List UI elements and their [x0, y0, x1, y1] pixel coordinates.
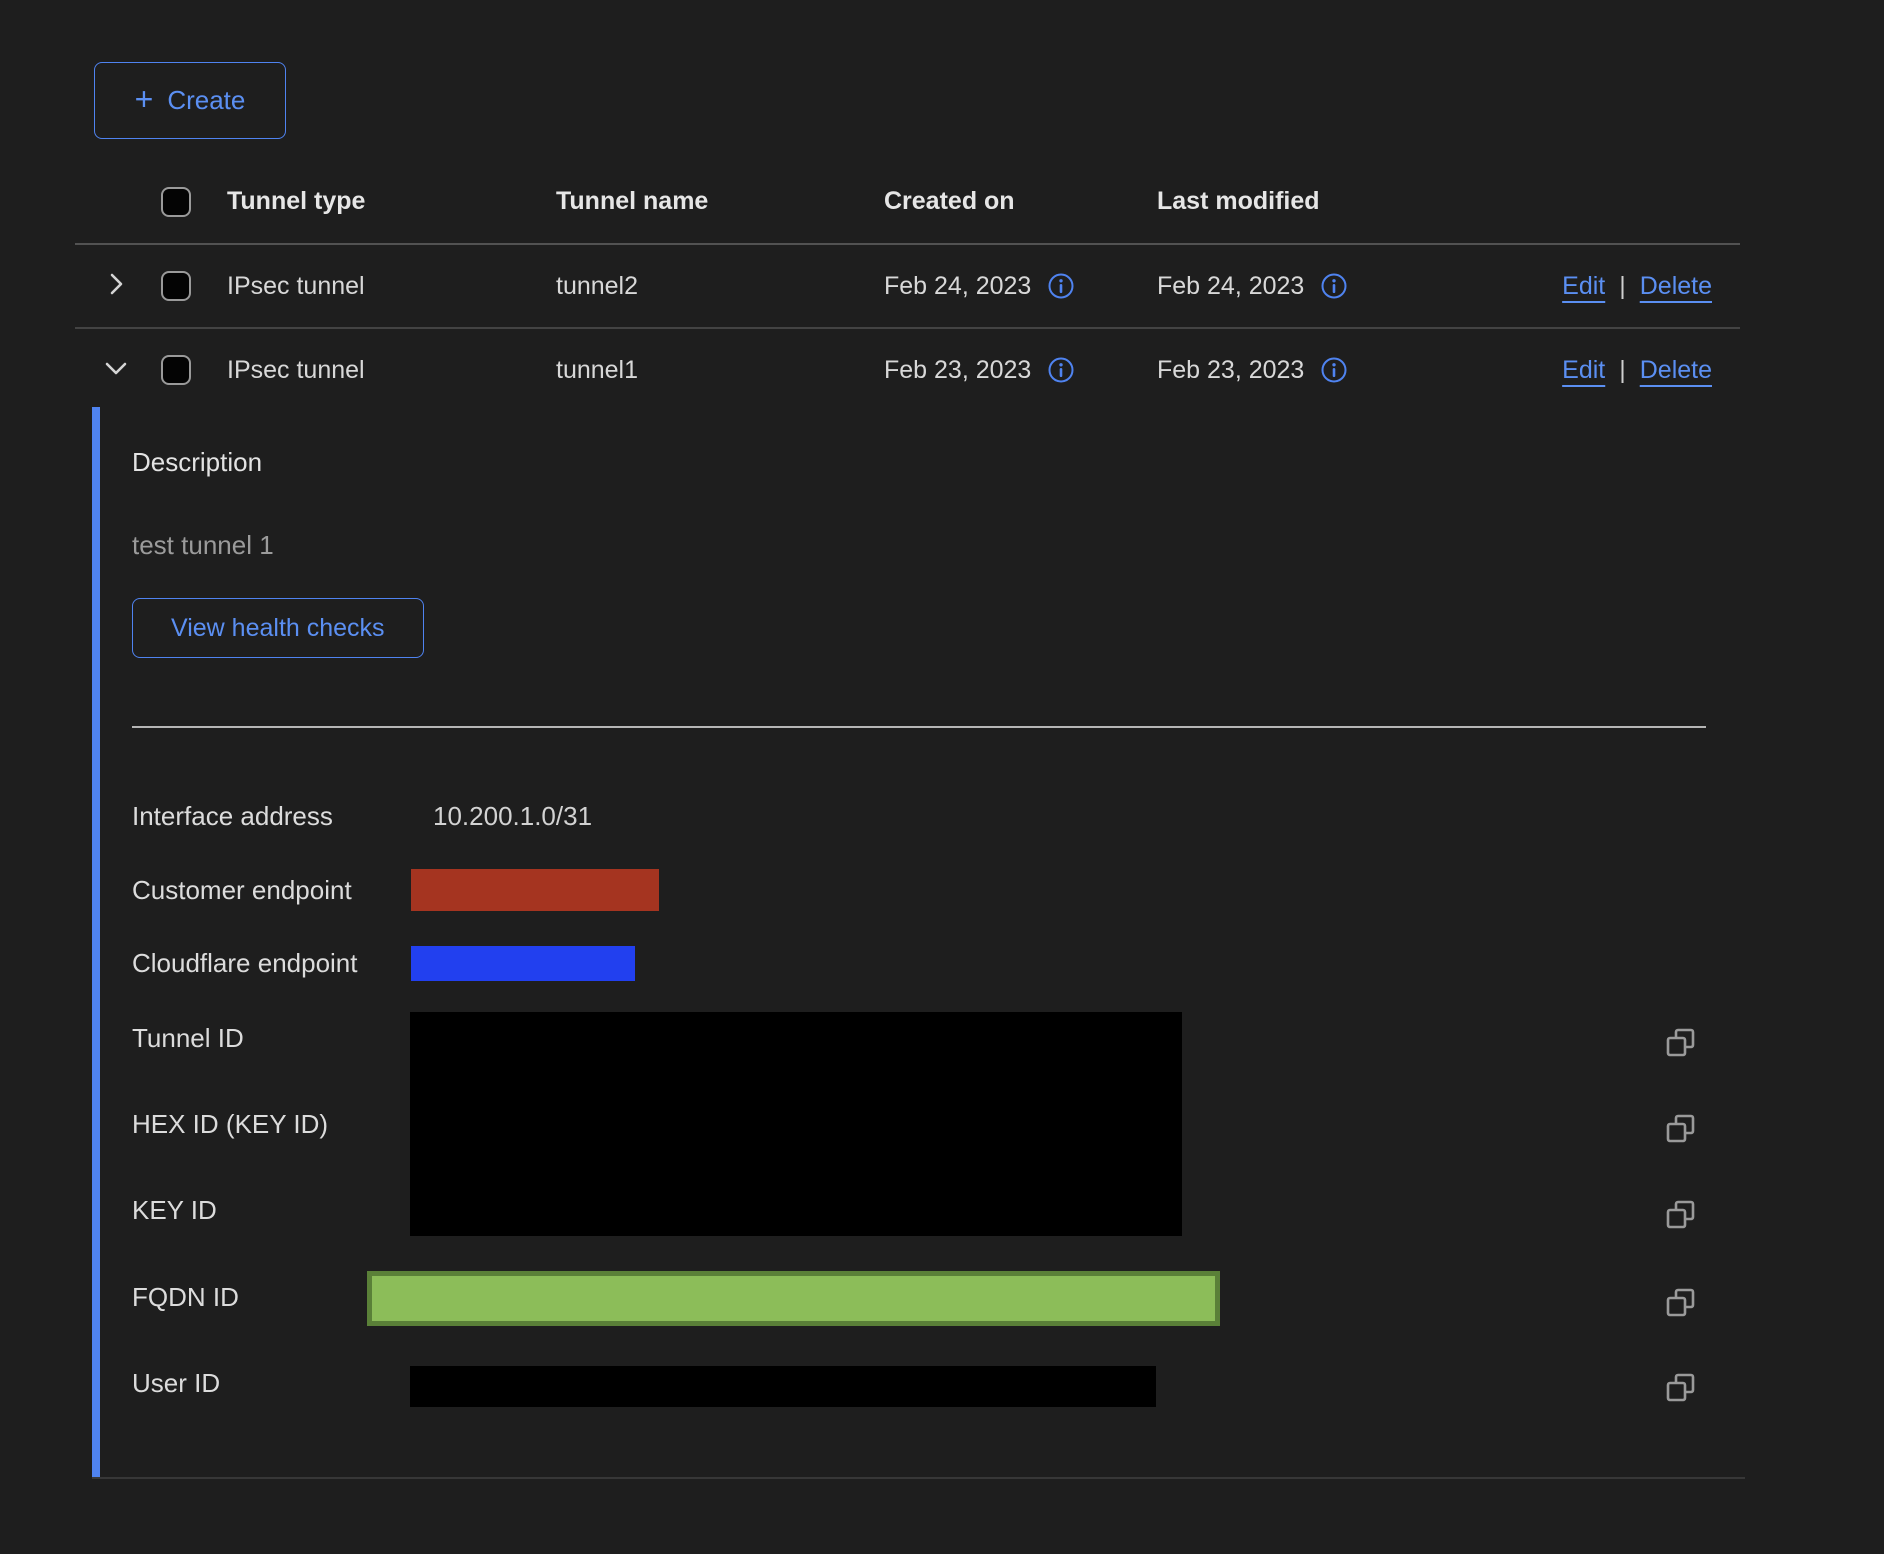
user-id-redacted-value — [410, 1366, 1156, 1407]
create-button[interactable]: + Create — [94, 62, 286, 139]
row-checkbox[interactable] — [161, 355, 191, 385]
field-label-cloudflare-endpoint: Cloudflare endpoint — [132, 948, 358, 979]
last-modified-cell: Feb 23, 2023 — [1157, 356, 1304, 385]
collapse-chevron-down-icon[interactable] — [103, 355, 129, 381]
interface-address-value: 10.200.1.0/31 — [433, 801, 592, 832]
edit-link[interactable]: Edit — [1562, 272, 1605, 301]
table-header-row: Tunnel type Tunnel name Created on Last … — [75, 160, 1740, 245]
action-separator: | — [1619, 272, 1626, 301]
copy-user-id-icon[interactable] — [1664, 1371, 1698, 1405]
created-on-cell: Feb 24, 2023 — [884, 272, 1031, 301]
create-button-label: Create — [167, 85, 245, 116]
panel-divider — [132, 726, 1706, 728]
field-label-customer-endpoint: Customer endpoint — [132, 875, 352, 906]
tunnel-name-cell: tunnel2 — [556, 272, 884, 301]
field-label-user-id: User ID — [132, 1368, 220, 1399]
tunnel-id-redacted-value — [410, 1012, 1182, 1236]
expanded-panel-accent-bar — [92, 407, 100, 1477]
copy-tunnel-id-icon[interactable] — [1664, 1026, 1698, 1060]
info-icon[interactable] — [1047, 272, 1075, 300]
last-modified-cell: Feb 24, 2023 — [1157, 272, 1304, 301]
column-header-created-on: Created on — [884, 187, 1157, 216]
field-label-fqdn-id: FQDN ID — [132, 1282, 239, 1313]
field-label-key-id: KEY ID — [132, 1195, 217, 1226]
field-label-tunnel-id: Tunnel ID — [132, 1023, 244, 1054]
select-all-checkbox[interactable] — [161, 187, 191, 217]
fqdn-id-redacted-value — [367, 1271, 1220, 1326]
info-icon[interactable] — [1320, 272, 1348, 300]
action-separator: | — [1619, 356, 1626, 385]
copy-hex-id-icon[interactable] — [1664, 1112, 1698, 1146]
tunnel-type-cell: IPsec tunnel — [227, 272, 556, 301]
table-row: IPsec tunnel tunnel1 Feb 23, 2023 Feb 23… — [75, 329, 1740, 411]
expand-chevron-right-icon[interactable] — [103, 271, 129, 297]
info-icon[interactable] — [1047, 356, 1075, 384]
row-checkbox[interactable] — [161, 271, 191, 301]
description-value: test tunnel 1 — [132, 530, 274, 561]
table-row: IPsec tunnel tunnel2 Feb 24, 2023 Feb 24… — [75, 245, 1740, 329]
field-label-interface-address: Interface address — [132, 801, 333, 832]
customer-endpoint-redacted-value — [411, 869, 659, 911]
edit-link[interactable]: Edit — [1562, 356, 1605, 385]
tunnel-name-cell: tunnel1 — [556, 356, 884, 385]
tunnels-table: Tunnel type Tunnel name Created on Last … — [75, 160, 1740, 411]
panel-bottom-divider — [92, 1477, 1745, 1479]
column-header-tunnel-type: Tunnel type — [227, 187, 556, 216]
copy-fqdn-id-icon[interactable] — [1664, 1286, 1698, 1320]
description-label: Description — [132, 447, 262, 478]
column-header-tunnel-name: Tunnel name — [556, 187, 884, 216]
view-health-checks-button[interactable]: View health checks — [132, 598, 424, 658]
cloudflare-endpoint-redacted-value — [411, 946, 635, 981]
plus-icon: + — [135, 83, 154, 115]
column-header-last-modified: Last modified — [1157, 187, 1424, 216]
copy-key-id-icon[interactable] — [1664, 1198, 1698, 1232]
tunnels-page: + Create Tunnel type Tunnel name Created… — [0, 0, 1884, 1554]
delete-link[interactable]: Delete — [1640, 272, 1712, 301]
created-on-cell: Feb 23, 2023 — [884, 356, 1031, 385]
info-icon[interactable] — [1320, 356, 1348, 384]
field-label-hex-id: HEX ID (KEY ID) — [132, 1109, 328, 1140]
delete-link[interactable]: Delete — [1640, 356, 1712, 385]
tunnel-type-cell: IPsec tunnel — [227, 356, 556, 385]
